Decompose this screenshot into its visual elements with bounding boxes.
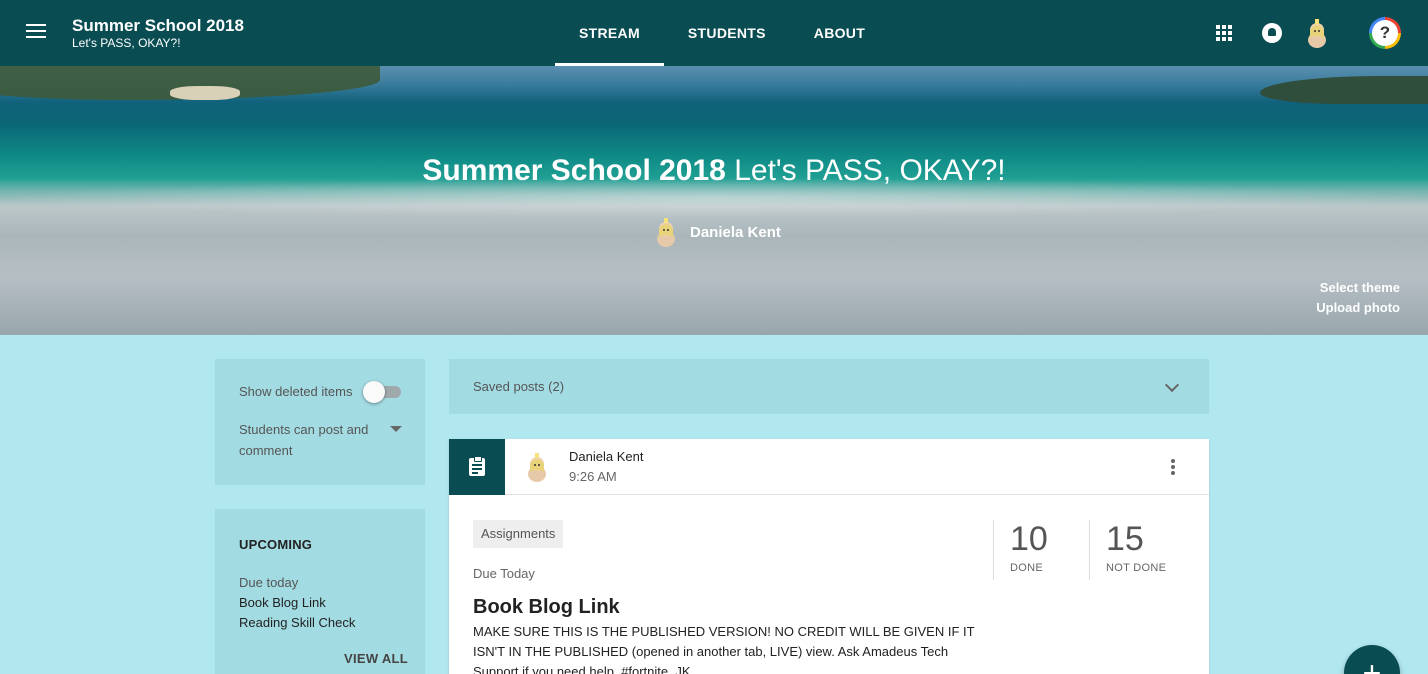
author-avatar <box>528 453 546 482</box>
saved-posts-label: Saved posts (2) <box>473 379 565 394</box>
more-vert-icon[interactable] <box>1165 457 1181 477</box>
tab-stream[interactable]: STREAM <box>555 0 664 66</box>
not-done-count: 15 <box>1106 520 1144 558</box>
show-deleted-toggle[interactable] <box>363 381 401 403</box>
post-header: Daniela Kent 9:26 AM <box>449 439 1209 495</box>
dropdown-caret-icon[interactable] <box>390 426 402 432</box>
select-theme-link[interactable]: Select theme <box>1320 280 1400 295</box>
class-title[interactable]: Summer School 2018 <box>72 16 244 36</box>
teacher-avatar <box>657 218 675 247</box>
add-icon[interactable]: + <box>1344 645 1400 674</box>
assignment-description: MAKE SURE THIS IS THE PUBLISHED VERSION!… <box>473 624 975 674</box>
chevron-down-icon[interactable] <box>1164 377 1180 393</box>
not-done-label: NOT DONE <box>1106 562 1167 574</box>
class-subtitle: Let's PASS, OKAY?! <box>72 36 181 50</box>
tab-about[interactable]: ABOUT <box>790 0 889 66</box>
help-glyph: ? <box>1372 20 1398 46</box>
upcoming-due-label: Due today <box>239 575 299 590</box>
assignment-icon <box>449 439 505 495</box>
done-stat[interactable]: 10 DONE <box>993 520 1048 580</box>
assignment-post-card: Daniela Kent 9:26 AM Assignments Due Tod… <box>449 439 1209 674</box>
post-time: 9:26 AM <box>569 469 617 484</box>
stream-settings-card: Show deleted items Students can post and… <box>215 359 425 485</box>
banner-decoration <box>1260 76 1428 104</box>
class-tabs: STREAM STUDENTS ABOUT <box>555 0 889 66</box>
post-author: Daniela Kent <box>569 449 644 464</box>
help-icon[interactable]: ? <box>1369 17 1401 49</box>
banner-class-name: Summer School 2018 <box>422 154 726 187</box>
done-count: 10 <box>1010 520 1048 558</box>
class-banner: Summer School 2018 Let's PASS, OKAY?! Da… <box>0 66 1428 335</box>
banner-section: Let's PASS, OKAY?! <box>734 154 1006 187</box>
upcoming-title: UPCOMING <box>239 537 313 552</box>
saved-posts-bar[interactable]: Saved posts (2) <box>449 359 1209 414</box>
done-label: DONE <box>1010 562 1043 574</box>
view-all-button[interactable]: VIEW ALL <box>344 651 408 666</box>
upload-photo-link[interactable]: Upload photo <box>1316 300 1400 315</box>
banner-title: Summer School 2018 Let's PASS, OKAY?! <box>0 154 1428 188</box>
top-app-bar: Summer School 2018 Let's PASS, OKAY?! ST… <box>0 0 1428 66</box>
notifications-icon[interactable] <box>1262 23 1282 43</box>
banner-teacher: Daniela Kent <box>655 216 781 248</box>
topic-chip[interactable]: Assignments <box>473 520 564 548</box>
post-permission-select[interactable]: Students can post and comment <box>239 419 379 461</box>
upcoming-item[interactable]: Book Blog Link <box>239 595 326 610</box>
teacher-name: Daniela Kent <box>690 223 781 241</box>
show-deleted-label: Show deleted items <box>239 384 353 399</box>
account-avatar[interactable] <box>1306 18 1328 48</box>
due-label: Due Today <box>473 566 535 581</box>
banner-decoration <box>170 86 240 100</box>
upcoming-card: UPCOMING Due today Book Blog Link Readin… <box>215 509 425 674</box>
assignment-title[interactable]: Book Blog Link <box>473 596 620 619</box>
not-done-stat[interactable]: 15 NOT DONE <box>1089 520 1166 580</box>
apps-icon[interactable] <box>1216 25 1232 41</box>
upcoming-item[interactable]: Reading Skill Check <box>239 615 355 630</box>
tab-students[interactable]: STUDENTS <box>664 0 790 66</box>
menu-icon[interactable] <box>22 20 50 46</box>
